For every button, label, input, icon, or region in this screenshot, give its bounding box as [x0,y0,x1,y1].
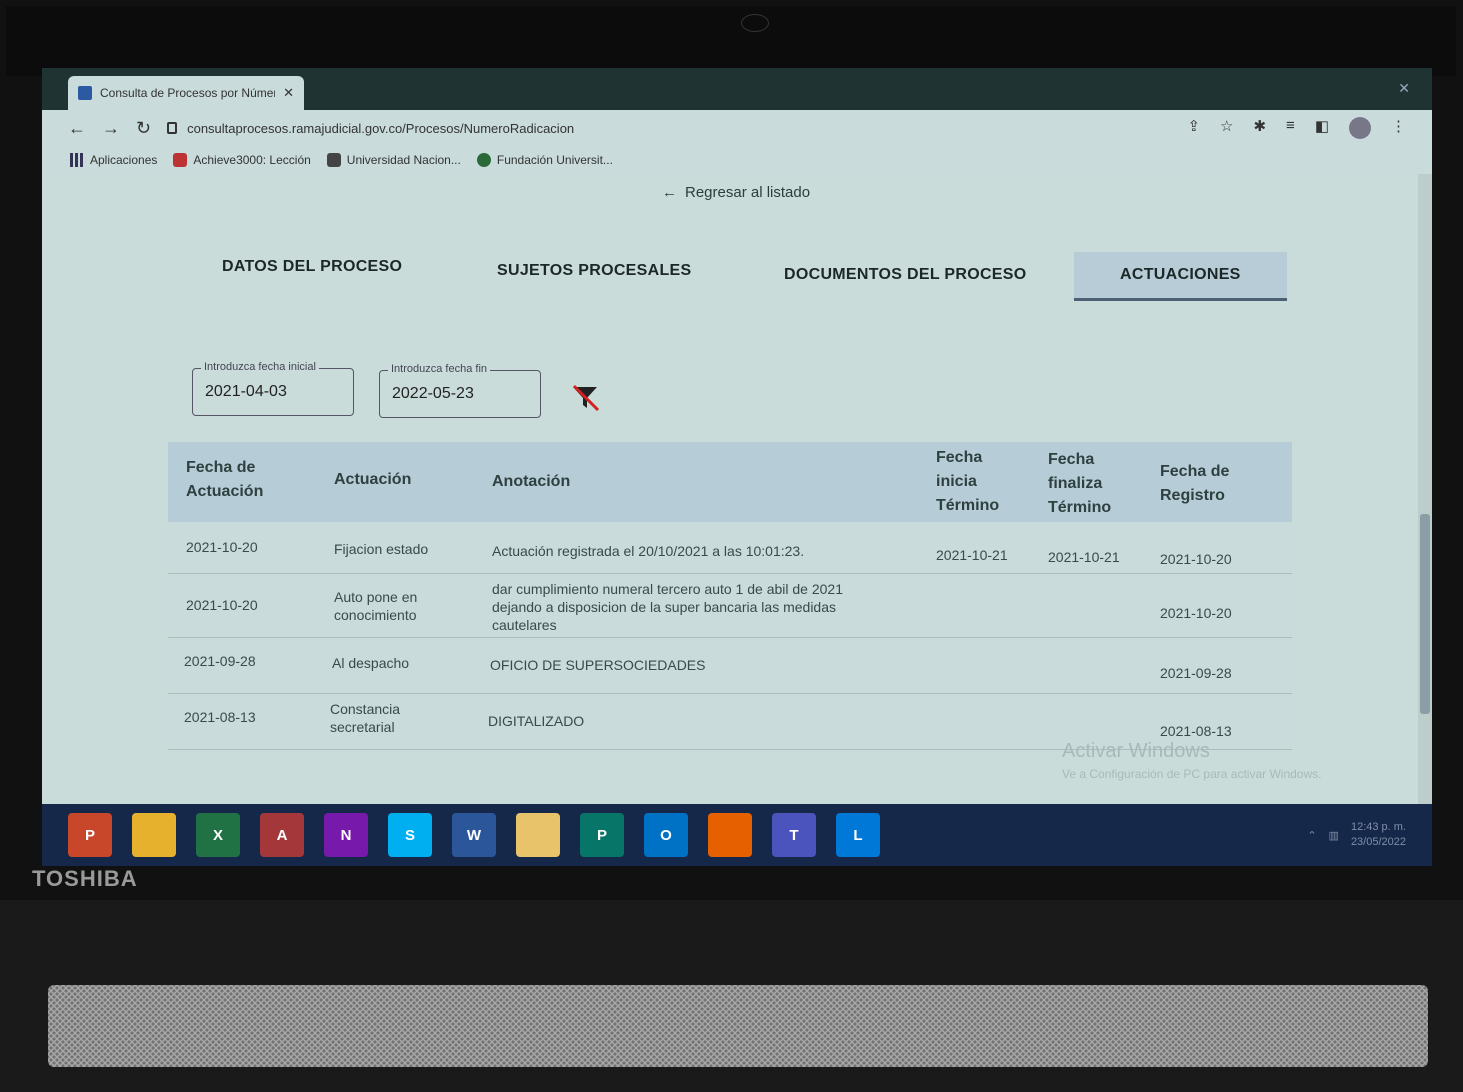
activate-windows-watermark: Activar Windows Ve a Configuración de PC… [1062,740,1322,781]
onenote-icon[interactable]: N [324,813,368,857]
address-bar[interactable]: consultaprocesos.ramajudicial.gov.co/Pro… [167,121,1171,136]
clear-filter-icon[interactable] [570,382,600,412]
star-icon[interactable]: ☆ [1220,117,1233,139]
achieve-favicon-icon [173,153,188,167]
file-explorer-icon[interactable] [516,813,560,857]
reading-list-icon[interactable]: ≡ [1286,117,1295,139]
start-date-field[interactable]: Introduzca fecha inicial 2021-04-03 [192,361,354,416]
screen-bezel [6,6,1456,76]
laptop-keyboard-deck [0,900,1463,1092]
table-row[interactable]: 2021-10-20 Auto pone en conocimiento dar… [168,574,1292,638]
apps-grid-icon [70,153,84,167]
window-close-icon[interactable]: ✕ [1398,80,1410,97]
table-row[interactable]: 2021-10-20 Fijacion estado Actuación reg… [168,522,1292,574]
profile-avatar-icon[interactable] [1349,117,1371,139]
menu-kebab-icon[interactable]: ⋮ [1391,117,1406,139]
publisher-icon[interactable]: P [580,813,624,857]
tab-datos-del-proceso[interactable]: DATOS DEL PROCESO [222,258,402,276]
page-viewport: ← Regresar al listado DATOS DEL PROCESO … [42,174,1418,804]
back-to-list-link[interactable]: ← Regresar al listado [662,184,810,201]
lync-icon[interactable]: L [836,813,880,857]
scroll-thumb[interactable] [1420,514,1430,714]
powerpoint-icon[interactable]: P [68,813,112,857]
date-filters: Introduzca fecha inicial 2021-04-03 Intr… [192,361,712,424]
word-icon[interactable]: W [452,813,496,857]
extensions-icon[interactable]: ✱ [1253,117,1266,139]
bookmark-apps[interactable]: Aplicaciones [70,153,157,167]
lock-icon [167,122,178,134]
firefox-icon[interactable] [708,813,752,857]
tray-chevron-icon[interactable]: ⌃ [1307,829,1316,842]
chrome-icon[interactable] [132,813,176,857]
tab-actuaciones[interactable]: ACTUACIONES [1074,252,1287,301]
skype-icon[interactable]: S [388,813,432,857]
network-icon[interactable]: ▥ [1329,829,1339,842]
favicon-icon [78,86,92,100]
header-anotacion: Anotación [492,473,571,490]
windows-taskbar: PXANSWPOTL ⌃ ▥ 12:43 p. m. 23/05/2022 [42,804,1432,866]
header-fecha-registro: Fecha de Registro [1160,463,1230,504]
university-favicon-icon [326,153,341,167]
browser-tabstrip: Consulta de Procesos por Número ✕ ✕ [42,68,1432,110]
teams-icon[interactable]: T [772,813,816,857]
webcam [741,14,769,32]
actuaciones-table: Fecha de Actuación Actuación Anotación F… [168,442,1292,750]
clock[interactable]: 12:43 p. m. 23/05/2022 [1351,820,1406,850]
bookmarks-bar: Aplicaciones Achieve3000: Lección Univer… [42,146,1432,174]
close-icon[interactable]: ✕ [283,85,294,101]
excel-icon[interactable]: X [196,813,240,857]
outlook-icon[interactable]: O [644,813,688,857]
page-scrollbar[interactable] [1418,174,1432,804]
arrow-left-icon: ← [662,184,677,201]
tab-documentos-del-proceso[interactable]: DOCUMENTOS DEL PROCESO [784,266,1026,284]
bookmark-achieve3000[interactable]: Achieve3000: Lección [173,153,311,167]
reload-icon[interactable]: ↻ [136,118,151,139]
access-icon[interactable]: A [260,813,304,857]
tab-sujetos-procesales[interactable]: SUJETOS PROCESALES [497,262,692,280]
speaker-grille [48,985,1428,1067]
header-actuacion: Actuación [334,471,412,488]
share-icon[interactable]: ⇪ [1187,117,1200,139]
browser-tab[interactable]: Consulta de Procesos por Número ✕ [68,76,304,110]
side-panel-icon[interactable]: ◧ [1315,117,1329,139]
table-row[interactable]: 2021-09-28 Al despacho OFICIO DE SUPERSO… [168,638,1292,694]
process-tabs: DATOS DEL PROCESO SUJETOS PROCESALES DOC… [192,244,1292,304]
laptop-brand: TOSHIBA [32,866,138,891]
forward-arrow-icon[interactable]: → [102,118,120,139]
bookmark-fundacion[interactable]: Fundación Universit... [476,153,613,167]
header-fecha-actuacion: Fecha de Actuación [186,459,264,500]
screen: Consulta de Procesos por Número ✕ ✕ ← → … [42,68,1432,866]
end-date-field[interactable]: Introduzca fecha fin 2022-05-23 [379,363,541,418]
table-header: Fecha de Actuación Actuación Anotación F… [168,442,1292,522]
system-tray: ⌃ ▥ 12:43 p. m. 23/05/2022 [1307,820,1406,850]
browser-toolbar: ← → ↻ consultaprocesos.ramajudicial.gov.… [42,110,1432,146]
bookmark-universidad[interactable]: Universidad Nacion... [326,153,461,167]
header-fecha-finaliza: Fecha finaliza Término [1048,451,1112,516]
tab-title: Consulta de Procesos por Número [100,86,276,100]
fundacion-favicon-icon [476,153,491,167]
back-arrow-icon[interactable]: ← [68,118,86,139]
header-fecha-inicia: Fecha inicia Término [936,449,1000,514]
url-text: consultaprocesos.ramajudicial.gov.co/Pro… [187,120,575,136]
laptop-photo: Consulta de Procesos por Número ✕ ✕ ← → … [0,0,1463,1092]
